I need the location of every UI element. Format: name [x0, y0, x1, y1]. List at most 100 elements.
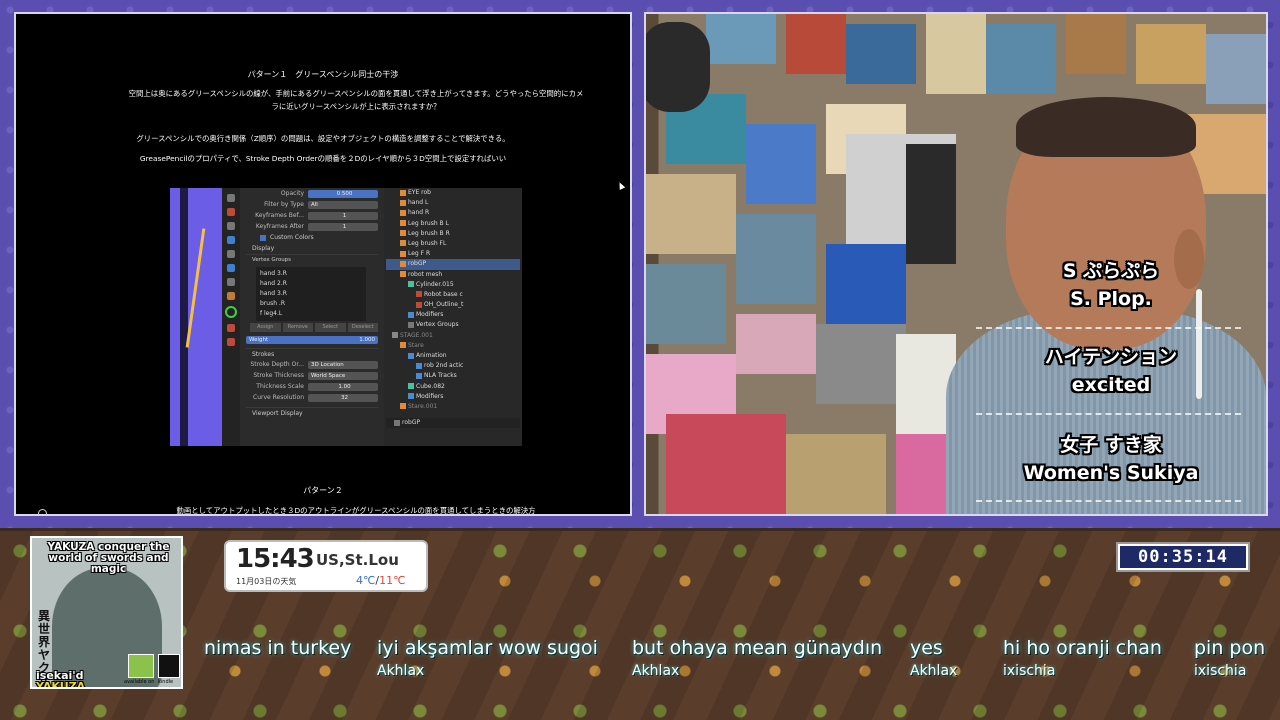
- list-item[interactable]: brush .R: [260, 299, 362, 309]
- object-icon: [400, 240, 406, 247]
- outliner-item[interactable]: hand R: [386, 208, 520, 218]
- outliner-item[interactable]: Robot base c: [386, 290, 520, 300]
- custom-colors-checkbox[interactable]: Custom Colors: [246, 232, 378, 243]
- stroke-depth-select[interactable]: 3D Location: [308, 360, 378, 369]
- chat-username: Akhlax: [632, 663, 680, 679]
- temp-low: 4℃: [356, 574, 376, 587]
- weather-clock-widget: 15:43 US,St.Lou 11月03日の天気 4℃/11℃: [224, 540, 428, 592]
- slide-paragraph-3: GreasePencilのプロパティで、Stroke Depth Orderの順…: [139, 154, 507, 163]
- outliner-item[interactable]: rob 2nd actic: [386, 361, 520, 371]
- deselect-button[interactable]: Deselect: [347, 323, 378, 332]
- outliner-item[interactable]: Modifiers: [386, 310, 520, 320]
- vertex-group-buttons: Assign Remove Select Deselect: [250, 323, 378, 332]
- strokes-section[interactable]: Strokes: [246, 348, 378, 359]
- thickness-scale-label: Thickness Scale: [256, 383, 304, 390]
- object-icon: [400, 209, 406, 216]
- properties-tab-bar: [222, 188, 240, 446]
- material-icon: [416, 291, 422, 298]
- outliner-item[interactable]: Leg brush B L: [386, 219, 520, 229]
- data-tab-highlight-icon: [225, 306, 237, 318]
- list-item[interactable]: hand 3.R: [260, 269, 362, 279]
- filter-label: Filter by Type: [264, 201, 304, 208]
- caption-jp-2: ハイテンション: [1044, 346, 1178, 368]
- animation-icon: [408, 352, 414, 359]
- modifier-icon: [408, 311, 414, 318]
- outliner-item[interactable]: robot mesh: [386, 270, 520, 280]
- stroke-thickness-select[interactable]: World Space: [308, 371, 378, 380]
- chat-message: but ohaya mean günaydın Akhlax: [632, 634, 882, 690]
- outliner-item[interactable]: hand L: [386, 198, 520, 208]
- available-on-label: available on: [124, 679, 155, 685]
- outliner-item[interactable]: Leg brush FL: [386, 239, 520, 249]
- screen-share-panel: パターン１ グリースペンシル同士の干渉 空間上は奥にあるグリースペンシルの線が、…: [14, 12, 632, 516]
- outliner-panel: EYE rob hand L hand R Leg brush B L Leg …: [384, 188, 522, 446]
- caption-jp-1: S ぷらぷら: [1062, 260, 1160, 282]
- keyframes-after-field[interactable]: 1: [308, 222, 378, 231]
- outliner-item[interactable]: Leg F R: [386, 249, 520, 259]
- opacity-field[interactable]: 0.500: [308, 189, 378, 198]
- select-button[interactable]: Select: [315, 323, 346, 332]
- assign-button[interactable]: Assign: [250, 323, 281, 332]
- filter-select[interactable]: All: [308, 200, 378, 209]
- book-cover-ad[interactable]: YAKUZA conquer the world of swords and m…: [30, 536, 183, 689]
- vertex-groups-section[interactable]: Vertex Groups: [246, 254, 378, 265]
- material-icon: [416, 301, 422, 308]
- book-subtitle: isekai'd YAKUZA: [36, 670, 85, 687]
- outliner-item[interactable]: Vertex Groups: [386, 320, 520, 330]
- outliner-item[interactable]: Cube.082: [386, 382, 520, 392]
- timer-value: 00:35:14: [1120, 546, 1246, 568]
- outliner-item[interactable]: Animation: [386, 351, 520, 361]
- tool-icon: [227, 338, 235, 346]
- hair: [1016, 97, 1196, 157]
- list-item[interactable]: hand 3.R: [260, 289, 362, 299]
- properties-panel: Opacity 0.500 Filter by Type All Keyframes…: [242, 188, 382, 446]
- vertex-groups-list: hand 3.R hand 2.R hand 3.R brush .R f le…: [256, 267, 366, 321]
- object-icon: [400, 342, 406, 349]
- object-icon: [400, 250, 406, 257]
- vertex-groups-icon: [408, 321, 414, 328]
- thickness-scale-field[interactable]: 1.00: [308, 382, 378, 391]
- microphone: [646, 22, 710, 112]
- outliner-item[interactable]: Stare: [386, 341, 520, 351]
- info-icon[interactable]: [38, 509, 47, 514]
- object-icon: [400, 220, 406, 227]
- publisher-badge-icon: [128, 654, 154, 678]
- list-item[interactable]: hand 2.R: [260, 279, 362, 289]
- keyframes-before-field[interactable]: 1: [308, 211, 378, 220]
- outliner-item-selected[interactable]: robGP: [386, 259, 520, 270]
- outliner-item[interactable]: Stare.001: [386, 402, 520, 412]
- chat-message-text: hi ho oranji chan: [1003, 637, 1162, 659]
- book-title: YAKUZA conquer the world of swords and m…: [47, 541, 170, 575]
- remove-button[interactable]: Remove: [282, 323, 313, 332]
- object-icon: [400, 189, 406, 196]
- curve-resolution-field[interactable]: 32: [308, 393, 378, 402]
- outliner-item[interactable]: STAGE.001: [386, 331, 520, 341]
- stroke-thickness-label: Stroke Thickness: [253, 372, 304, 379]
- display-section[interactable]: Display: [246, 243, 378, 254]
- checkbox-icon: [260, 234, 266, 241]
- list-item[interactable]: f leg4.L: [260, 309, 362, 319]
- outliner-item[interactable]: Leg brush B R: [386, 229, 520, 239]
- caption-divider: [976, 500, 1241, 502]
- chat-username: ixischia: [1003, 663, 1056, 679]
- action-icon: [416, 362, 422, 369]
- outliner-item[interactable]: NLA Tracks: [386, 371, 520, 381]
- chat-message: hi ho oranji chan ixischia: [1003, 634, 1162, 690]
- stream-timer: 00:35:14: [1116, 542, 1250, 572]
- collection-icon: [392, 332, 398, 339]
- outliner-item[interactable]: OH_Outline_t: [386, 300, 520, 310]
- nla-icon: [416, 372, 422, 379]
- object-icon: [400, 199, 406, 206]
- outliner-item[interactable]: Cylinder.015: [386, 280, 520, 290]
- outliner-item[interactable]: EYE rob: [386, 188, 520, 198]
- grease-pencil-icon: [394, 419, 400, 426]
- mesh-icon: [408, 383, 414, 390]
- keyframes-after-label: Keyframes After: [255, 223, 304, 230]
- viewport-display-section[interactable]: Viewport Display: [246, 407, 378, 418]
- weight-field[interactable]: Weight 1.000: [246, 335, 378, 344]
- blender-screenshot: Opacity 0.500 Filter by Type All Keyframes…: [170, 188, 522, 446]
- caption-en-3: Women's Sukiya: [1023, 462, 1199, 484]
- weather-temperature: 4℃/11℃: [356, 574, 405, 587]
- tool-icon: [227, 324, 235, 332]
- outliner-item[interactable]: Modifiers: [386, 392, 520, 402]
